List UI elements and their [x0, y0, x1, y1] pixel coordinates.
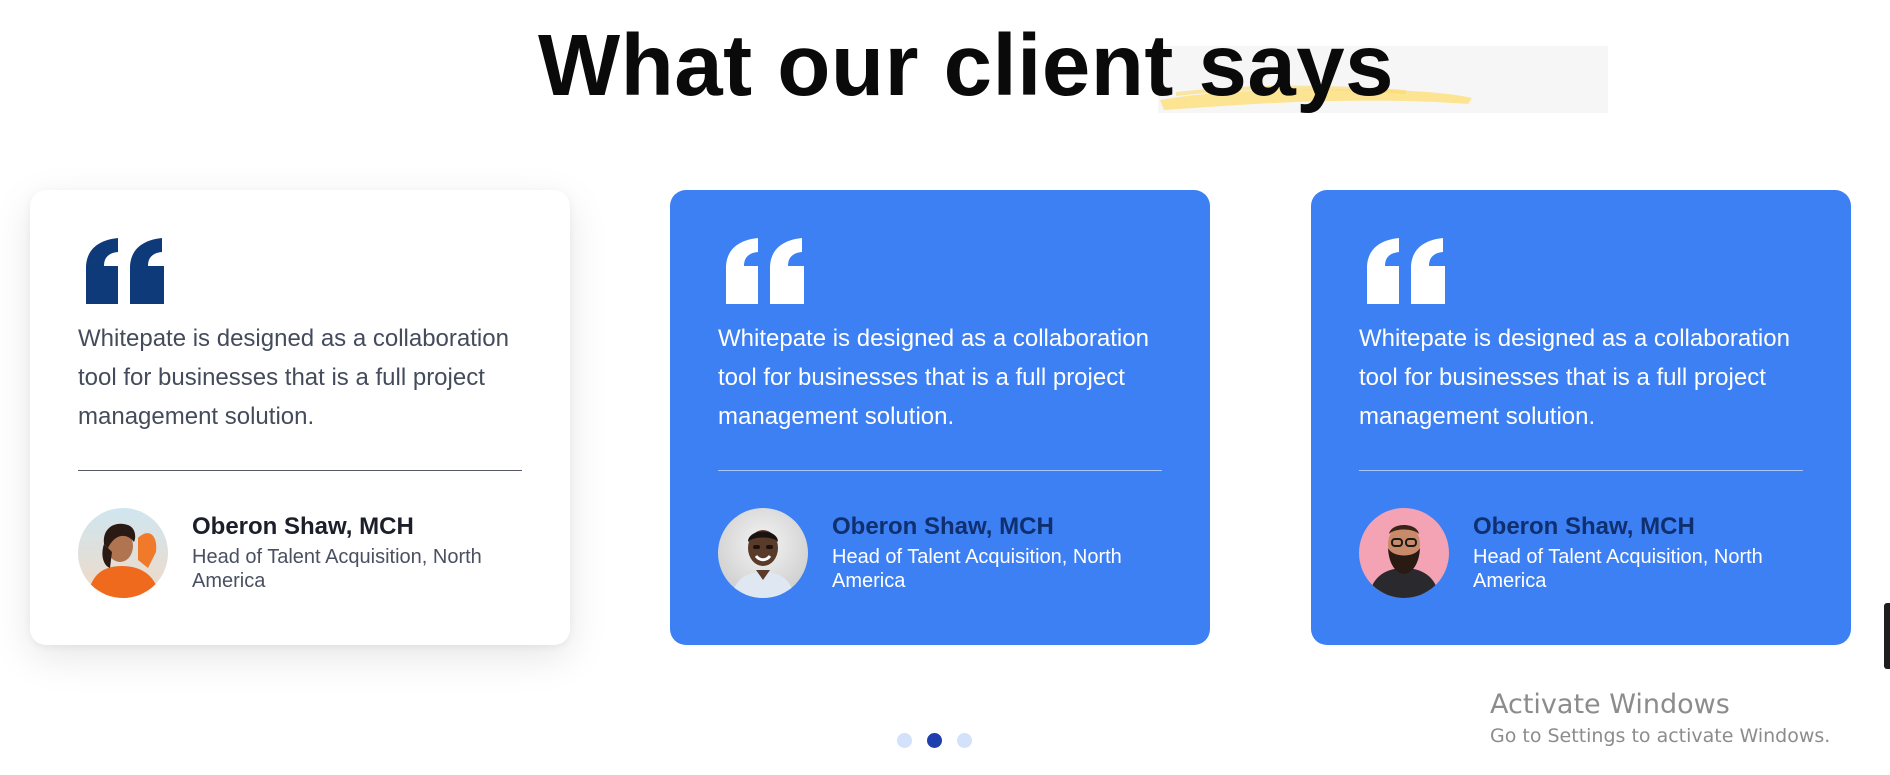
person-role: Head of Talent Acquisition, North Americ…	[1473, 546, 1763, 592]
testimonial-text: Whitepate is designed as a collaboration…	[78, 325, 509, 430]
testimonial-text: Whitepate is designed as a collaboration…	[718, 325, 1149, 430]
card-divider	[1359, 470, 1803, 471]
pagination-dot-2-active[interactable]	[927, 733, 942, 748]
avatar	[1359, 508, 1449, 598]
avatar-woman-orange	[78, 508, 168, 598]
testimonial-card-3: Whitepate is designed as a collaboration…	[1311, 190, 1851, 645]
testimonial-card-2: Whitepate is designed as a collaboration…	[670, 190, 1210, 645]
scrollbar-edge[interactable]	[1884, 603, 1890, 669]
testimonials-section: What our client says Whitepate is design…	[0, 0, 1890, 775]
avatar-man-bearded	[1359, 508, 1449, 598]
card-divider	[78, 470, 522, 471]
quote-icon	[1367, 238, 1445, 304]
pagination-dot-3[interactable]	[957, 733, 972, 748]
testimonial-card-1: Whitepate is designed as a collaboration…	[30, 190, 570, 645]
watermark-subtitle: Go to Settings to activate Windows.	[1490, 725, 1831, 747]
pagination-dot-1[interactable]	[897, 733, 912, 748]
heading-text: What our client	[538, 17, 1199, 114]
avatar	[78, 508, 168, 598]
quote-icon	[726, 238, 804, 304]
windows-activation-watermark: Activate Windows Go to Settings to activ…	[1490, 688, 1830, 750]
person-name: Oberon Shaw, MCH	[1473, 513, 1695, 540]
avatar-man-smiling	[718, 508, 808, 598]
person-role: Head of Talent Acquisition, North Americ…	[192, 546, 482, 592]
person-name: Oberon Shaw, MCH	[832, 513, 1054, 540]
person-role: Head of Talent Acquisition, North Americ…	[832, 546, 1122, 592]
avatar	[718, 508, 808, 598]
carousel-pagination	[897, 733, 972, 748]
card-divider	[718, 470, 1162, 471]
testimonial-text: Whitepate is designed as a collaboration…	[1359, 325, 1790, 430]
watermark-title: Activate Windows	[1490, 689, 1730, 720]
person-name: Oberon Shaw, MCH	[192, 513, 414, 540]
section-heading: What our client says	[538, 16, 1394, 116]
quote-icon	[86, 238, 164, 304]
heading-highlight-word: says	[1198, 17, 1395, 114]
